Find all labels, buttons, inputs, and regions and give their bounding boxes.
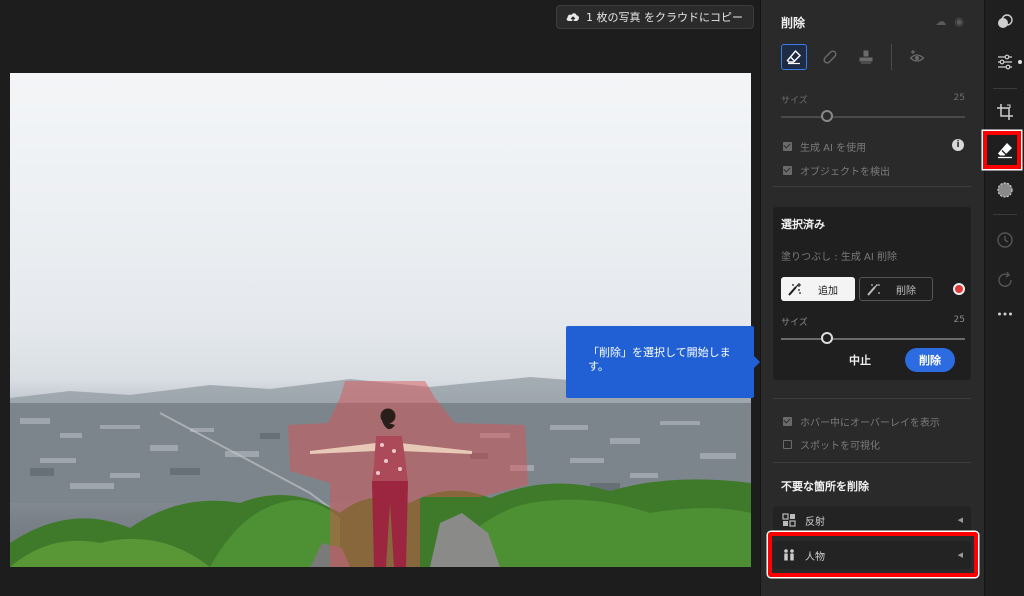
more-button[interactable]	[993, 302, 1017, 326]
versions-button[interactable]	[993, 268, 1017, 292]
selected-area-box: 選択済み 塗りつぶし : 生成 AI 削除 追加 削除 サイズ 25 中止 削除	[773, 207, 971, 380]
generative-ai-label: 生成 AI を使用	[800, 143, 867, 154]
delete-button[interactable]: 削除	[905, 348, 955, 372]
panel-divider	[773, 398, 971, 399]
add-brush-button[interactable]: 追加	[781, 277, 855, 301]
people-highlight-annotation	[768, 532, 978, 577]
masking-button[interactable]	[993, 178, 1017, 202]
photo-scene	[10, 373, 751, 567]
generative-ai-checkbox[interactable]	[783, 142, 792, 151]
size-slider-value: 25	[953, 93, 965, 103]
adjust-indicator-dot	[1018, 60, 1022, 64]
toolbar-divider	[993, 214, 1017, 215]
edit-toolbar	[984, 0, 1024, 596]
subtract-brush-button[interactable]: 削除	[859, 277, 933, 301]
remove-distractions-title: 不要な箇所を削除	[781, 480, 869, 493]
bandage-icon	[823, 50, 837, 64]
brush-subtract-icon	[867, 284, 880, 296]
hint-tooltip: 「削除」を選択して開始します。	[566, 326, 760, 398]
visualize-spots-label: スポットを可視化	[800, 441, 880, 452]
fill-mode-label: 塗りつぶし : 生成 AI 削除	[781, 252, 897, 263]
red-eye-tool-button[interactable]	[904, 44, 930, 70]
visualize-spots-checkbox[interactable]	[783, 440, 792, 449]
remove-tool-highlight-annotation	[983, 131, 1021, 169]
crop-button[interactable]	[993, 100, 1017, 124]
panel-title: 削除	[781, 16, 806, 30]
heal-tool-button[interactable]	[817, 44, 843, 70]
overlay-color-swatch[interactable]	[953, 283, 965, 295]
option-generative-ai[interactable]: 生成 AI を使用	[783, 139, 866, 154]
brush-size-slider[interactable]: サイズ 25	[781, 315, 965, 344]
cloud-upload-icon	[566, 13, 579, 23]
clone-tool-button[interactable]	[853, 44, 879, 70]
cloud-icon[interactable]: ☁	[935, 15, 946, 28]
size-slider[interactable]: サイズ 25	[781, 93, 965, 122]
cancel-button[interactable]: 中止	[835, 349, 885, 371]
history-button[interactable]	[993, 228, 1017, 252]
hint-tooltip-text: 「削除」を選択して開始します。	[588, 346, 731, 373]
brush-size-value: 25	[953, 315, 965, 325]
option-visualize-spots[interactable]: スポットを可視化	[783, 437, 880, 452]
remove-panel: 削除 ☁ ◉ サイズ 25 生成 AI を使用 i オブジェクトを検出 選択済み…	[760, 0, 984, 596]
reflection-icon	[782, 513, 796, 527]
presets-icon	[998, 14, 1013, 28]
remove-tools-row	[781, 44, 930, 70]
size-slider-track[interactable]	[781, 110, 965, 122]
sliders-icon	[998, 54, 1012, 70]
brush-add-icon	[788, 283, 801, 296]
panel-divider	[773, 186, 971, 187]
brush-size-thumb[interactable]	[821, 332, 833, 344]
tools-divider	[891, 44, 892, 70]
eraser-tool-button[interactable]	[781, 44, 807, 70]
panel-divider	[773, 462, 971, 463]
detect-objects-checkbox[interactable]	[783, 166, 792, 175]
brush-size-label: サイズ	[781, 318, 808, 328]
selected-title: 選択済み	[781, 218, 825, 231]
stamp-icon	[859, 50, 873, 64]
size-slider-thumb[interactable]	[821, 110, 833, 122]
canvas-area: 1 枚の写真 をクラウドにコピー 「削除」を選択して開始します。	[0, 0, 760, 596]
reflections-label: 反射	[805, 516, 825, 528]
photo-canvas[interactable]	[10, 73, 751, 567]
panel-header-icons: ☁ ◉	[935, 15, 964, 28]
presets-button[interactable]	[993, 10, 1017, 34]
eye-icon[interactable]: ◉	[954, 15, 964, 28]
more-icon	[998, 312, 1012, 316]
option-detect-objects[interactable]: オブジェクトを検出	[783, 163, 890, 178]
subtract-brush-label: 削除	[896, 285, 916, 297]
size-slider-label: サイズ	[781, 96, 808, 106]
option-hover-overlay[interactable]: ホバー中にオーバーレイを表示	[783, 414, 940, 429]
copy-to-cloud-button[interactable]: 1 枚の写真 をクラウドにコピー	[556, 5, 754, 29]
hover-overlay-label: ホバー中にオーバーレイを表示	[800, 418, 940, 429]
mask-icon	[997, 182, 1013, 198]
hover-overlay-checkbox[interactable]	[783, 417, 792, 426]
brush-size-track[interactable]	[781, 332, 965, 344]
refresh-icon	[998, 271, 1012, 287]
chevron-left-icon: ◀	[957, 516, 963, 524]
red-eye-icon	[909, 50, 925, 62]
eraser-icon	[786, 49, 801, 65]
toolbar-divider	[993, 88, 1017, 89]
info-icon[interactable]: i	[952, 139, 964, 151]
detect-objects-label: オブジェクトを検出	[800, 167, 890, 178]
list-item-reflections[interactable]: 反射 ◀	[773, 506, 971, 534]
crop-icon	[997, 104, 1013, 120]
add-brush-label: 追加	[818, 285, 838, 297]
copy-to-cloud-label: 1 枚の写真 をクラウドにコピー	[586, 11, 743, 24]
history-icon	[997, 232, 1013, 248]
adjust-button[interactable]	[993, 50, 1017, 74]
